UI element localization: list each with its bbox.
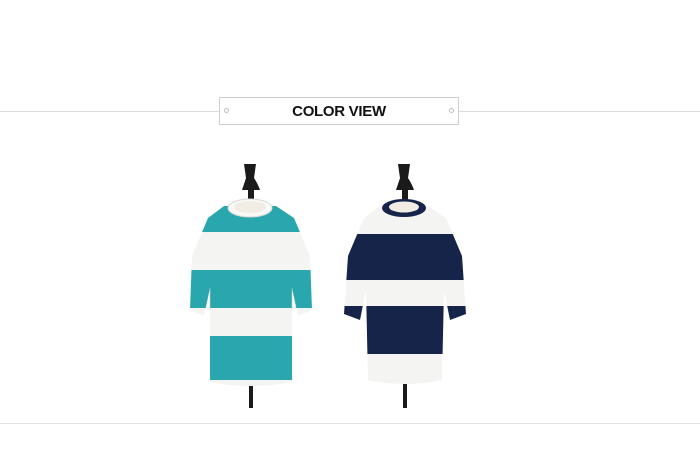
section-title-box: COLOR VIEW [219, 97, 459, 125]
product-image-teal-sweater[interactable] [188, 160, 314, 410]
sweater-illustration-navy [344, 164, 466, 408]
product-image-navy-sweater[interactable] [342, 160, 468, 410]
sweater-illustration-teal [190, 164, 312, 408]
section-title: COLOR VIEW [292, 103, 386, 120]
decorative-dot-right [449, 108, 454, 113]
divider-line-bottom [0, 423, 700, 424]
